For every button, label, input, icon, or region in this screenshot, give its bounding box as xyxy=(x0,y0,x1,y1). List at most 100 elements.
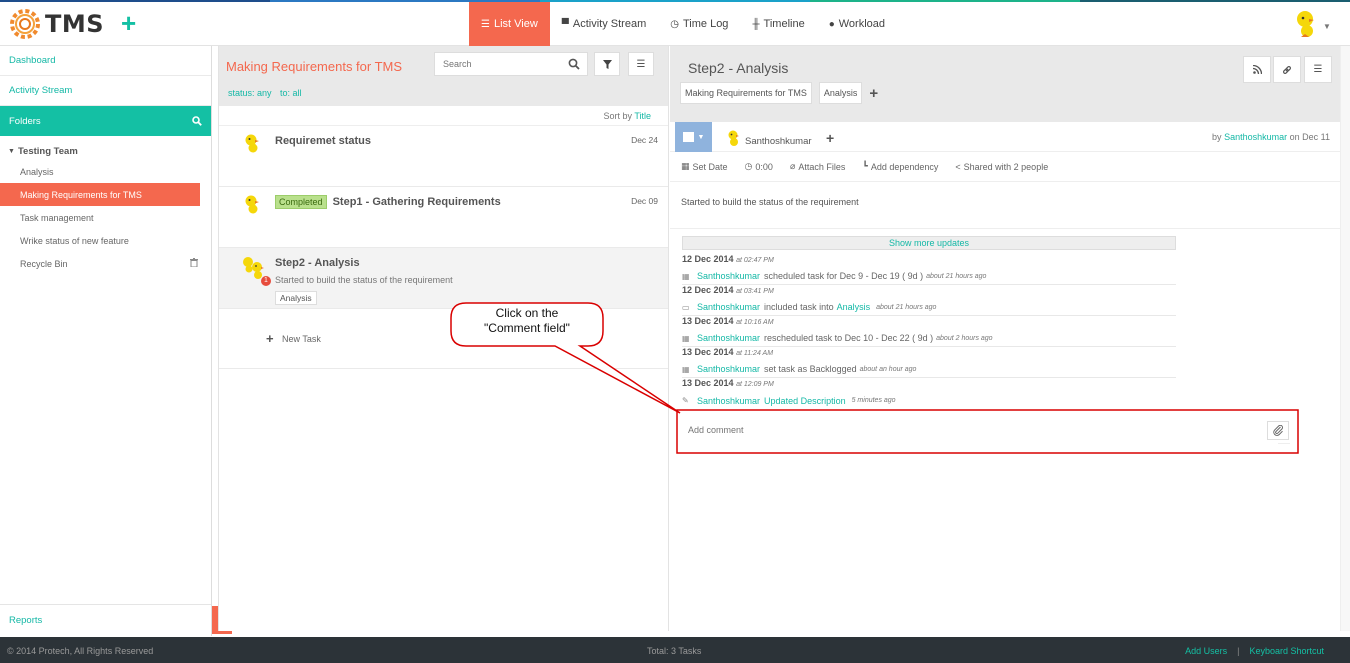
clock-icon: ◷ xyxy=(744,161,753,171)
folder-tag[interactable]: Analysis xyxy=(818,82,863,104)
add-assignee-plus-icon[interactable]: + xyxy=(826,130,834,146)
app-header: TMS + ☰ List View ▀ Activity Stream ◷ Ti… xyxy=(0,2,1350,46)
sidebar-item-dashboard[interactable]: Dashboard xyxy=(0,46,211,76)
set-date-action[interactable]: ▦ Set Date xyxy=(681,161,728,172)
task-total: Total: 3 Tasks xyxy=(647,646,702,656)
action-label: Attach Files xyxy=(798,161,846,172)
task-row[interactable]: Completed Step1 - Gathering Requirements… xyxy=(219,187,668,248)
search-input[interactable] xyxy=(434,52,588,76)
duck-avatar-icon xyxy=(245,195,259,214)
folder-title: Making Requirements for TMS xyxy=(226,59,403,74)
shared-people-action[interactable]: < Shared with 2 people xyxy=(955,162,1048,172)
duck-avatar-icon xyxy=(245,134,259,153)
filter-button[interactable] xyxy=(594,52,620,76)
sidebar-item-activity-stream[interactable]: Activity Stream xyxy=(0,76,211,106)
add-folder-plus-icon[interactable]: + xyxy=(869,85,878,102)
new-task-label: New Task xyxy=(282,334,321,344)
sidebar-folder-analysis[interactable]: Analysis xyxy=(0,160,211,183)
sidebar-team-testing[interactable]: ▼ Testing Team xyxy=(0,142,211,160)
detail-scrollbar[interactable] xyxy=(1340,46,1350,631)
update-user[interactable]: Santhoshkumar xyxy=(697,333,760,343)
link-button[interactable] xyxy=(1273,56,1301,83)
keyboard-shortcut-link[interactable]: Keyboard Shortcut xyxy=(1249,646,1324,656)
team-label: Testing Team xyxy=(17,145,78,157)
app-logo[interactable]: TMS xyxy=(8,7,104,41)
tab-label: List View xyxy=(493,18,538,30)
update-ago: about an hour ago xyxy=(859,365,917,373)
time-tracking-action[interactable]: ◷ 0:00 xyxy=(745,161,773,172)
action-label: Shared with 2 people xyxy=(963,161,1049,172)
comment-input[interactable] xyxy=(682,416,1278,444)
assignee-name[interactable]: Santhoshkumar xyxy=(745,136,812,147)
update-link[interactable]: Updated Description xyxy=(764,396,846,406)
author-link[interactable]: Santhoshkumar xyxy=(1224,132,1287,142)
sidebar-folder-wrike-status[interactable]: Wrike status of new feature xyxy=(0,229,211,252)
update-user[interactable]: Santhoshkumar xyxy=(697,302,760,312)
list-icon: ☰ xyxy=(481,18,490,30)
search-icon[interactable] xyxy=(568,58,580,70)
user-menu-chevron-icon[interactable]: ▼ xyxy=(1323,22,1331,31)
caret-down-icon: ▼ xyxy=(8,147,15,155)
assignee-filter[interactable]: to: all xyxy=(280,88,302,98)
task-folder-tag[interactable]: Analysis xyxy=(275,291,317,305)
task-list-panel: Making Requirements for TMS ☰ status: an… xyxy=(218,46,669,631)
tab-timeline[interactable]: ╫ Timeline xyxy=(740,2,816,46)
sort-value[interactable]: Title xyxy=(634,111,651,121)
task-list-header: Making Requirements for TMS ☰ status: an… xyxy=(219,46,668,106)
update-ago: 5 minutes ago xyxy=(851,397,896,404)
update-user[interactable]: Santhoshkumar xyxy=(697,271,760,281)
sidebar-folders-header[interactable]: Folders xyxy=(0,106,211,136)
sidebar-folder-task-management[interactable]: Task management xyxy=(0,206,211,229)
update-link[interactable]: Analysis xyxy=(837,302,871,312)
add-dependency-action[interactable]: ┗ Add dependency xyxy=(862,161,938,172)
update-entry: ▦ Santhoshkumar set task as Backlogged abou… xyxy=(682,361,1176,378)
status-filter[interactable]: status: any xyxy=(228,88,272,98)
detail-title[interactable]: Step2 - Analysis xyxy=(688,60,788,76)
rss-button[interactable] xyxy=(1243,56,1271,83)
detail-menu-button[interactable]: ☰ xyxy=(1304,56,1332,83)
task-description-editor[interactable]: Started to build the status of the requi… xyxy=(670,182,1340,229)
view-tabs: ☰ List View ▀ Activity Stream ◷ Time Log… xyxy=(469,2,897,46)
action-label: Add dependency xyxy=(870,161,939,172)
pencil-icon: ✎ xyxy=(682,396,689,405)
filter-summary: status: any to: all xyxy=(228,88,308,98)
task-row[interactable]: Requiremet status Dec 24 xyxy=(219,126,668,187)
update-user[interactable]: Santhoshkumar xyxy=(697,364,760,374)
app-name: TMS xyxy=(45,10,105,38)
tab-workload[interactable]: ● Workload xyxy=(817,2,897,46)
status-dropdown[interactable]: ▼ xyxy=(675,122,712,152)
user-avatar-icon[interactable] xyxy=(1293,10,1319,40)
task-title: Step1 - Gathering Requirements xyxy=(332,196,501,208)
update-text: rescheduled task to Dec 10 - Dec 22 ( 9d… xyxy=(764,333,934,343)
add-new-icon[interactable]: + xyxy=(121,10,136,36)
paperclip-icon: ⌀ xyxy=(789,161,796,171)
sidebar-folder-making-requirements[interactable]: Making Requirements for TMS xyxy=(0,183,200,206)
list-menu-button[interactable]: ☰ xyxy=(628,52,654,76)
tab-list-view[interactable]: ☰ List View xyxy=(469,2,550,46)
tab-activity-stream[interactable]: ▀ Activity Stream xyxy=(550,2,658,46)
sidebar-folder-recycle-bin[interactable]: Recycle Bin xyxy=(0,252,211,275)
callout-line-1: Click on the xyxy=(495,306,559,320)
folder-icon: ▭ xyxy=(682,302,690,312)
update-date: 13 Dec 2014 at 11:24 AM xyxy=(682,347,774,357)
search-icon[interactable] xyxy=(192,116,202,126)
folder-tag[interactable]: Making Requirements for TMS xyxy=(680,82,812,104)
tab-time-log[interactable]: ◷ Time Log xyxy=(658,2,740,46)
update-text: set task as Backlogged xyxy=(764,364,857,374)
attach-button[interactable] xyxy=(1267,421,1289,440)
byline-date: on Dec 11 xyxy=(1289,132,1330,142)
attach-files-action[interactable]: ⌀ Attach Files xyxy=(790,161,845,172)
share-icon: < xyxy=(955,161,961,172)
sort-bar: Sort by Title xyxy=(219,106,668,126)
task-date: Dec 24 xyxy=(631,135,658,145)
update-entry: ▦ Santhoshkumar scheduled task for Dec 9 -… xyxy=(682,268,1176,285)
task-row-selected[interactable]: 1 Step2 - Analysis Started to build the … xyxy=(219,248,668,309)
update-date: 13 Dec 2014 at 10:16 AM xyxy=(682,316,774,326)
tab-label: Workload xyxy=(838,18,886,30)
add-users-link[interactable]: Add Users xyxy=(1185,646,1227,656)
update-user[interactable]: Santhoshkumar xyxy=(697,396,760,406)
app-footer: © 2014 Protech, All Rights Reserved Tota… xyxy=(0,637,1350,663)
show-more-updates-button[interactable]: Show more updates xyxy=(682,236,1176,250)
sidebar-item-reports[interactable]: Reports xyxy=(0,604,211,636)
link-icon xyxy=(1282,65,1292,74)
